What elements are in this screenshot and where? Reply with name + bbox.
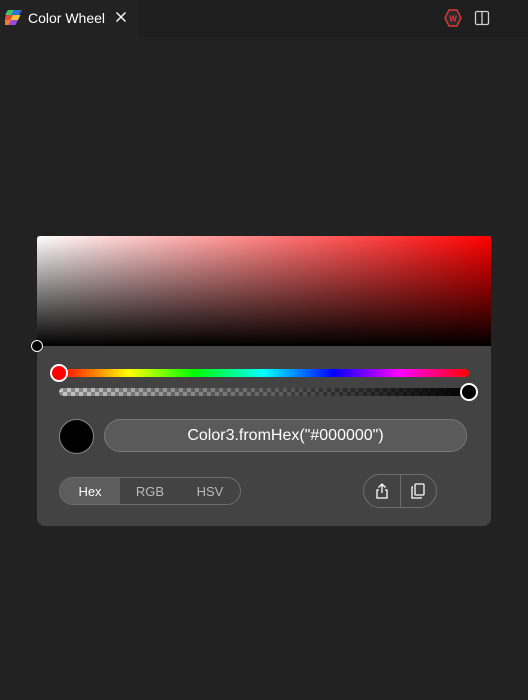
hue-slider-thumb[interactable] — [50, 364, 68, 382]
copy-button[interactable] — [399, 475, 437, 507]
format-mode-toggle: Hex RGB HSV — [59, 477, 241, 505]
saturation-value-thumb[interactable] — [31, 340, 43, 352]
color-wheel-app-icon — [5, 10, 22, 25]
extension-badge-label: W — [449, 15, 457, 24]
share-export-button[interactable] — [364, 475, 400, 507]
saturation-value-area[interactable] — [37, 236, 491, 346]
color-preview-swatch — [59, 419, 94, 454]
alpha-slider[interactable] — [59, 388, 469, 396]
tab-color-wheel[interactable]: Color Wheel — [0, 0, 139, 37]
split-editor-icon[interactable] — [473, 9, 491, 27]
close-icon[interactable] — [113, 9, 129, 25]
picker-tools — [363, 474, 437, 508]
color-code-text: Color3.fromHex("#000000") — [187, 426, 384, 444]
extension-badge-icon[interactable]: W — [444, 9, 462, 27]
tab-title: Color Wheel — [28, 10, 106, 26]
mode-hex-button[interactable]: Hex — [60, 478, 120, 504]
mode-hsv-button[interactable]: HSV — [180, 478, 240, 504]
copy-icon — [411, 483, 425, 499]
share-export-icon — [376, 483, 388, 499]
mode-rgb-button[interactable]: RGB — [120, 478, 180, 504]
color-code-field[interactable]: Color3.fromHex("#000000") — [104, 419, 467, 452]
alpha-slider-thumb[interactable] — [460, 383, 478, 401]
hue-slider[interactable] — [59, 369, 469, 377]
tab-bar: Color Wheel W — [0, 0, 528, 37]
